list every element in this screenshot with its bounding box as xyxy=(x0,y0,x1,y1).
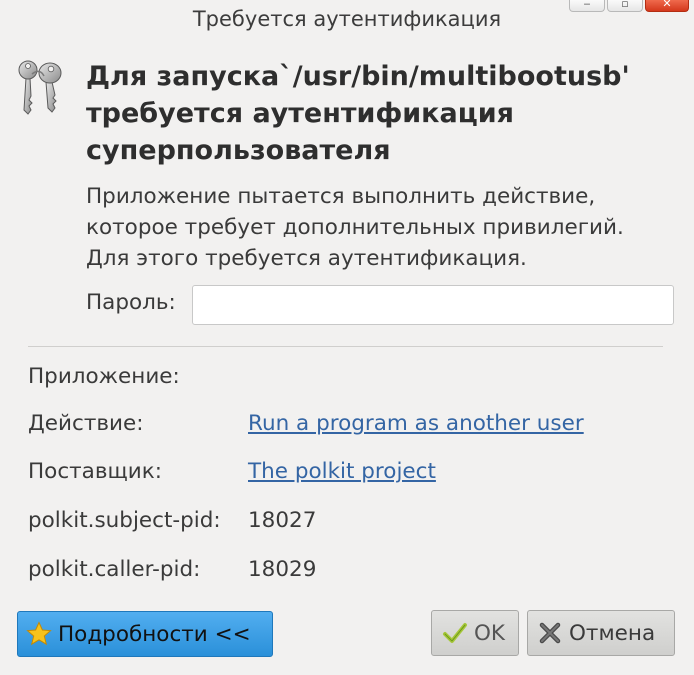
vendor-link[interactable]: The polkit project xyxy=(248,459,436,484)
close-icon: ✕ xyxy=(662,0,672,10)
checkmark-icon xyxy=(443,623,467,643)
cancel-button-label: Отмена xyxy=(569,620,656,646)
x-icon xyxy=(539,622,561,644)
subject-pid-value: 18027 xyxy=(248,508,317,533)
maximize-button[interactable]: ▫ xyxy=(607,0,643,12)
minimize-button[interactable]: ‒ xyxy=(569,0,605,12)
details-button[interactable]: Подробности << xyxy=(17,611,273,657)
heading-line: Для запуска`/usr/bin/multibootusb' xyxy=(86,61,630,92)
dialog-description: Приложение пытается выполнить действие, … xyxy=(86,181,686,274)
application-label: Приложение: xyxy=(28,364,180,389)
password-label: Пароль: xyxy=(86,290,176,315)
description-line: Для этого требуется аутентификация. xyxy=(86,246,527,271)
caller-pid-value: 18029 xyxy=(248,557,317,582)
title-bar: Требуется аутентификация ‒ ▫ ✕ xyxy=(0,0,694,40)
description-line: Приложение пытается выполнить действие, xyxy=(86,184,596,209)
close-button[interactable]: ✕ xyxy=(645,0,689,12)
ok-button[interactable]: OK xyxy=(431,610,519,656)
subject-pid-label: polkit.subject-pid: xyxy=(28,508,221,533)
caller-pid-label: polkit.caller-pid: xyxy=(28,557,201,582)
maximize-icon: ▫ xyxy=(621,0,629,10)
divider xyxy=(28,346,663,347)
details-button-label: Подробности << xyxy=(58,621,251,647)
heading-line: суперпользователя xyxy=(86,135,391,166)
vendor-label: Поставщик: xyxy=(28,459,162,484)
description-line: которое требует дополнительных привилеги… xyxy=(86,215,624,240)
action-label: Действие: xyxy=(28,411,144,436)
star-icon xyxy=(26,621,52,646)
keys-icon xyxy=(18,60,62,115)
minimize-icon: ‒ xyxy=(583,0,591,10)
dialog-heading: Для запуска`/usr/bin/multibootusb' требу… xyxy=(86,58,676,169)
action-link[interactable]: Run a program as another user xyxy=(248,411,584,436)
heading-line: требуется аутентификация xyxy=(86,98,514,129)
cancel-button[interactable]: Отмена xyxy=(527,610,675,656)
ok-button-label: OK xyxy=(474,620,506,646)
password-input[interactable] xyxy=(192,285,674,325)
